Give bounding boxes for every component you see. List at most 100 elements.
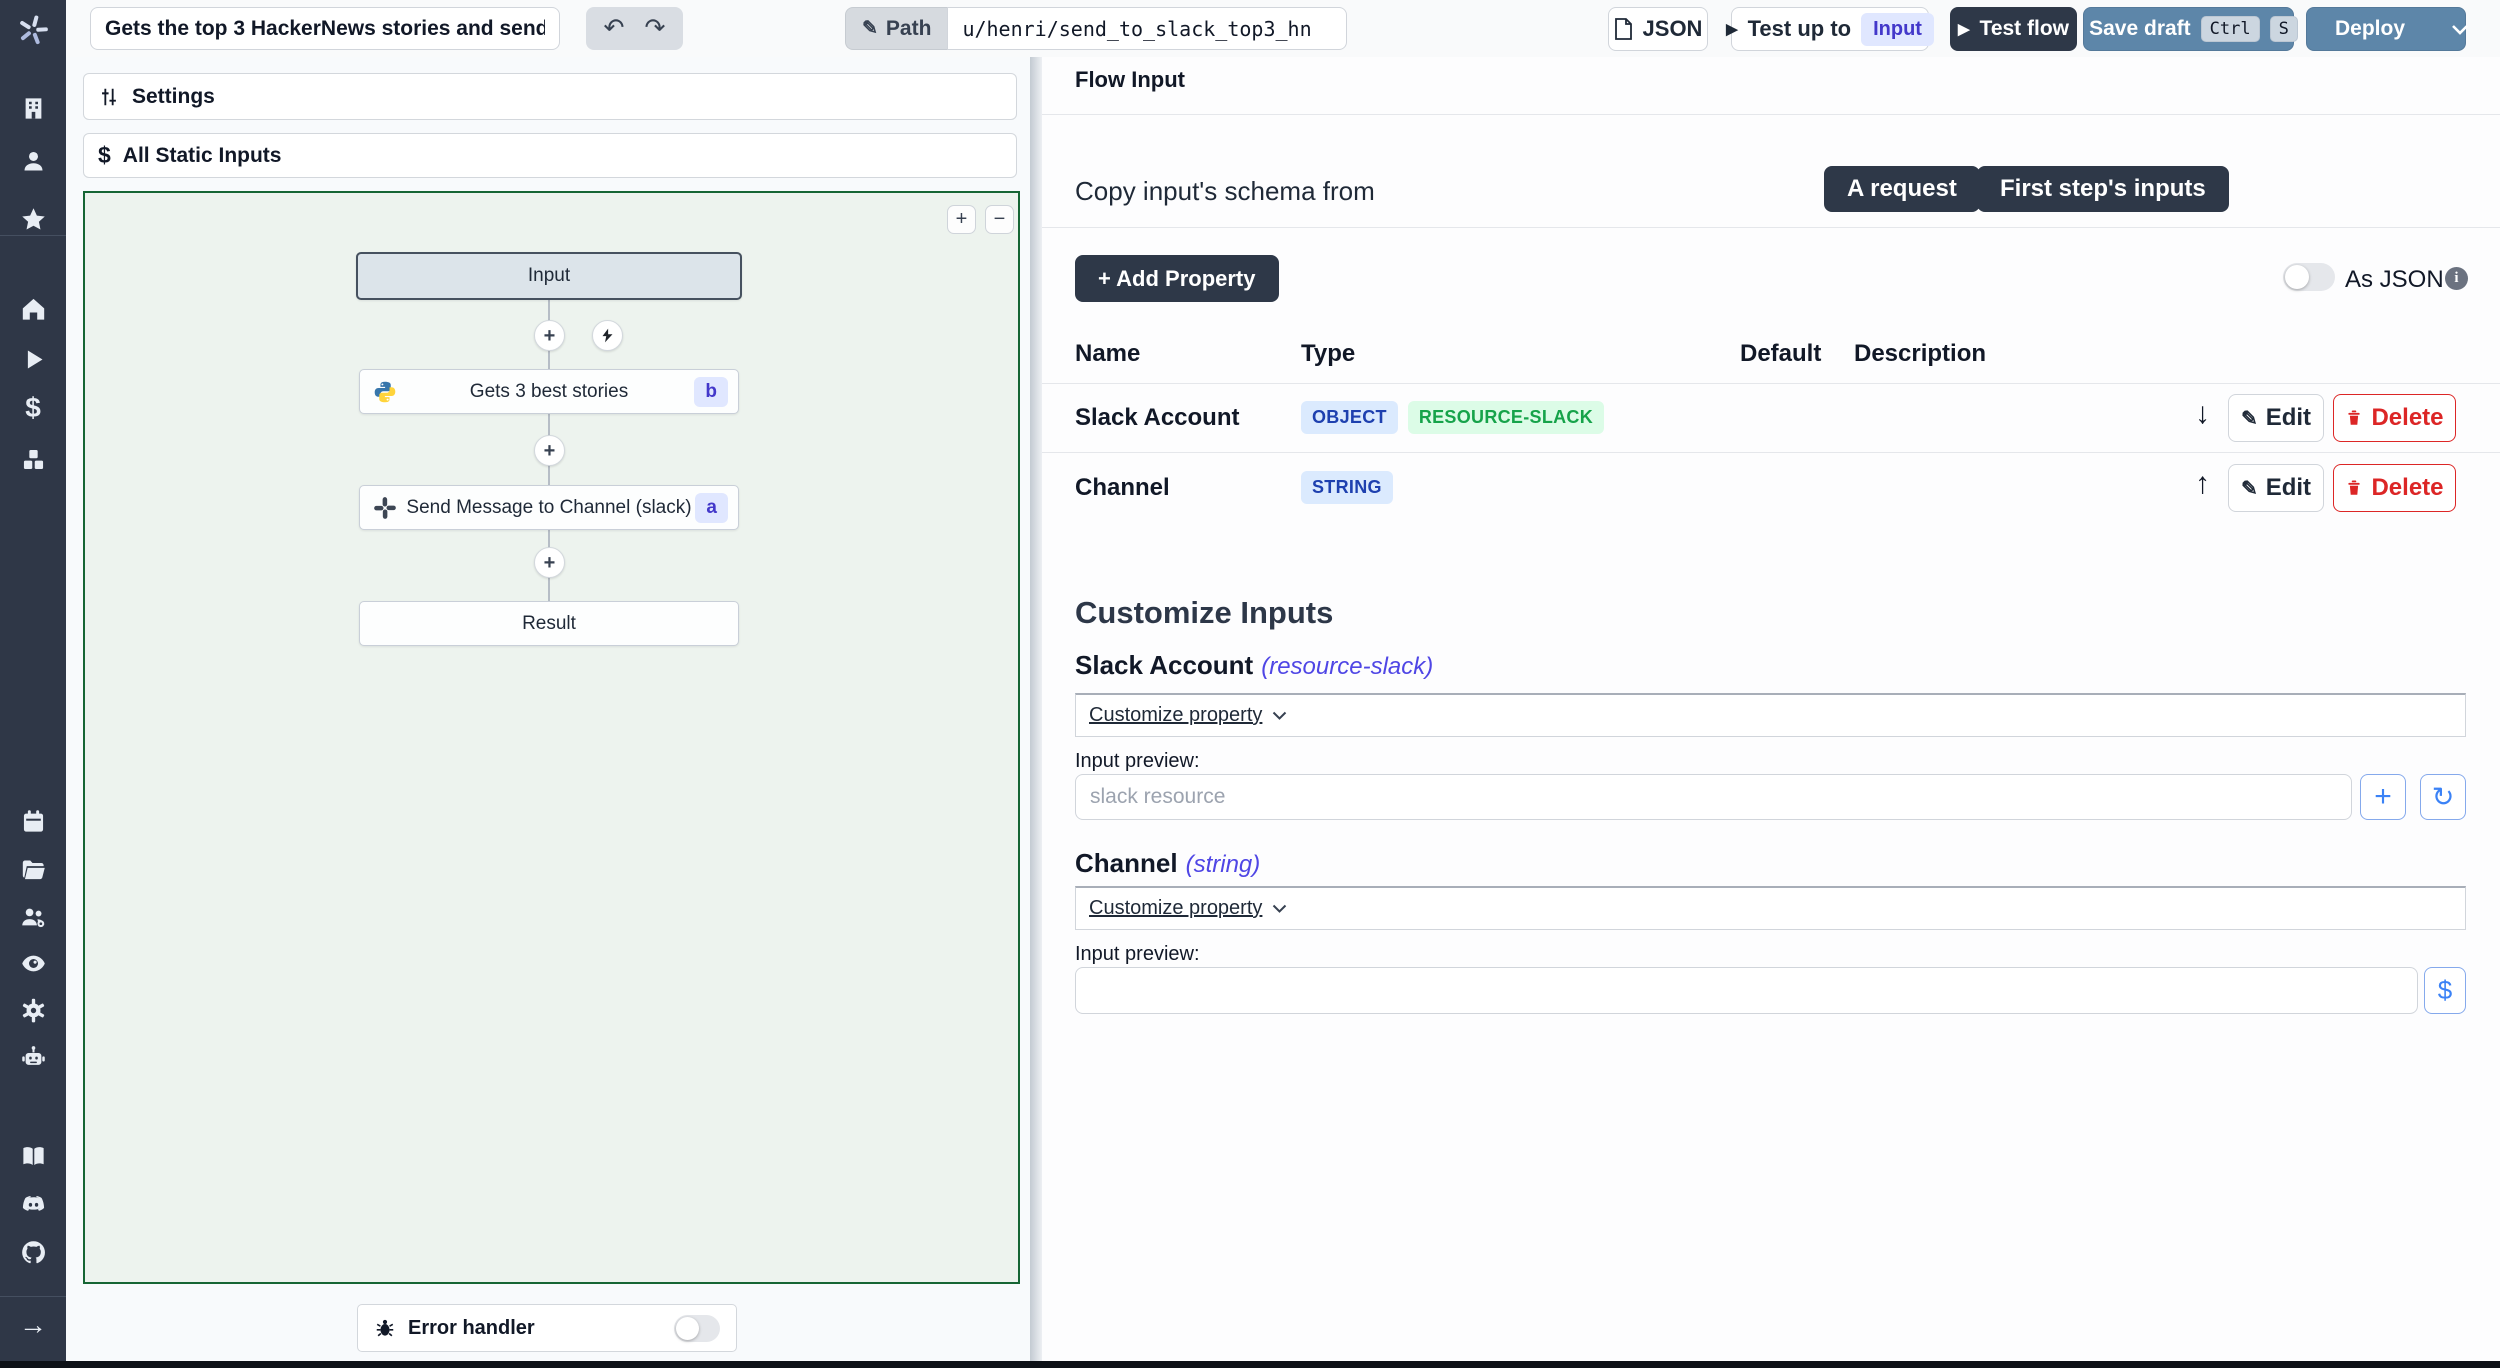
flow-node-step-a[interactable]: Send Message to Channel (slack) a — [359, 485, 739, 530]
property-name: Slack Account — [1075, 404, 1240, 431]
error-handler-bar[interactable]: Error handler — [357, 1304, 737, 1352]
trigger-bolt-button[interactable] — [592, 320, 623, 351]
section-type: (string) — [1185, 851, 1261, 878]
divider — [1042, 227, 2500, 228]
zoom-in-button[interactable]: + — [947, 205, 976, 234]
sidebar: $ → — [0, 0, 66, 1368]
docs-book-icon[interactable] — [13, 1136, 53, 1176]
type-badge: OBJECT — [1301, 401, 1398, 434]
add-property-button[interactable]: + Add Property — [1075, 255, 1279, 302]
kbd-s: S — [2269, 16, 2298, 42]
folders-icon[interactable] — [13, 849, 53, 889]
bolt-icon — [602, 328, 613, 343]
all-static-inputs-bar[interactable]: $ All Static Inputs — [83, 133, 1017, 178]
test-flow-button[interactable]: ▶ Test flow — [1950, 7, 2077, 51]
python-icon — [374, 381, 396, 402]
sliders-icon — [102, 88, 116, 105]
refresh-icon[interactable]: ↻ — [2420, 774, 2466, 820]
flow-title-input[interactable] — [90, 7, 560, 50]
flow-node-input[interactable]: Input — [356, 252, 742, 300]
add-resource-button[interactable]: + — [2360, 774, 2406, 820]
insert-step-button[interactable]: + — [534, 547, 565, 578]
section-type: (resource-slack) — [1261, 653, 1434, 680]
deploy-button[interactable]: Deploy — [2306, 7, 2469, 51]
column-header-name: Name — [1075, 340, 1141, 367]
input-preview-label: Input preview: — [1075, 943, 1200, 965]
delete-button[interactable]: Delete — [2333, 464, 2456, 512]
table-row: Channel STRING ↑ ✎ Edit Delete — [1042, 453, 2500, 523]
bug-icon — [376, 1319, 394, 1337]
discord-icon[interactable] — [13, 1184, 53, 1224]
ai-robot-icon[interactable] — [13, 1037, 53, 1077]
flow-input-panel: Flow Input Copy input's schema from A re… — [1042, 57, 2500, 1361]
path-label[interactable]: ✎ Path — [845, 7, 948, 50]
insert-step-button[interactable]: + — [534, 435, 565, 466]
json-button[interactable]: JSON — [1608, 7, 1708, 51]
divider — [1042, 114, 2500, 115]
chevron-down-icon[interactable] — [2451, 24, 2469, 35]
user-icon[interactable] — [13, 141, 53, 181]
insert-variable-button[interactable]: $ — [2424, 967, 2466, 1014]
flow-node-step-b[interactable]: Gets 3 best stories b — [359, 369, 739, 414]
table-row: Slack Account OBJECT RESOURCE-SLACK ↓ ✎ … — [1042, 383, 2500, 453]
property-name: Channel — [1075, 474, 1170, 501]
section-title: Channel (string) — [1075, 848, 1261, 878]
redo-icon[interactable]: ↷ — [645, 16, 666, 41]
collapse-arrow-icon[interactable]: → — [13, 1305, 53, 1345]
dollar-icon: $ — [98, 142, 111, 168]
flow-settings-bar[interactable]: Settings — [83, 73, 1017, 120]
path-input[interactable] — [947, 7, 1348, 50]
home-icon[interactable] — [13, 289, 53, 329]
trash-icon — [2348, 480, 2361, 495]
github-icon[interactable] — [13, 1232, 53, 1272]
delete-button[interactable]: Delete — [2333, 394, 2456, 442]
favorites-star-icon[interactable] — [13, 199, 53, 239]
move-down-icon[interactable]: ↓ — [2195, 397, 2210, 431]
workspace-building-icon[interactable] — [13, 88, 53, 128]
resource-type-badge: RESOURCE-SLACK — [1407, 401, 1605, 434]
customize-property-dropdown[interactable]: Customize property — [1075, 886, 2466, 930]
move-up-icon[interactable]: ↑ — [2195, 467, 2210, 501]
edit-button[interactable]: ✎ Edit — [2228, 464, 2324, 512]
flow-canvas[interactable]: + − Input + Gets 3 best stories b + Send… — [83, 191, 1020, 1284]
edit-button[interactable]: ✎ Edit — [2228, 394, 2324, 442]
info-icon[interactable]: i — [2445, 267, 2468, 290]
as-json-toggle[interactable] — [2283, 263, 2335, 291]
error-handler-toggle[interactable] — [674, 1314, 720, 1342]
column-header-type: Type — [1301, 340, 1356, 367]
type-badge: STRING — [1301, 471, 1393, 504]
schedules-calendar-icon[interactable] — [13, 801, 53, 841]
save-draft-button[interactable]: Save draft Ctrl S — [2083, 7, 2298, 51]
as-json-label: As JSON — [2345, 266, 2444, 293]
copy-from-request-button[interactable]: A request — [1824, 166, 1980, 212]
customize-property-dropdown[interactable]: Customize property — [1075, 693, 2466, 737]
pencil-icon: ✎ — [862, 18, 878, 39]
copy-from-first-step-button[interactable]: First step's inputs — [1977, 166, 2229, 212]
chevron-down-icon — [1273, 904, 1287, 913]
runs-play-icon[interactable] — [13, 339, 53, 379]
panel-splitter[interactable] — [1030, 57, 1042, 1361]
pencil-icon: ✎ — [2240, 407, 2258, 430]
column-header-description: Description — [1854, 340, 1987, 367]
undo-icon[interactable]: ↶ — [604, 16, 625, 41]
step-id-badge: a — [695, 492, 728, 523]
panel-title: Flow Input — [1075, 67, 1185, 92]
variables-dollar-icon[interactable]: $ — [13, 388, 53, 428]
resources-cubes-icon[interactable] — [13, 439, 53, 479]
test-up-to-target-badge[interactable]: Input — [1861, 12, 1934, 46]
flow-node-result[interactable]: Result — [359, 601, 739, 646]
settings-gear-icon[interactable] — [13, 990, 53, 1030]
slack-icon — [374, 496, 396, 519]
insert-step-button[interactable]: + — [534, 320, 565, 351]
audit-eye-icon[interactable] — [13, 943, 53, 983]
groups-users-icon[interactable] — [13, 897, 53, 937]
slack-resource-input[interactable] — [1075, 774, 2352, 820]
undo-redo-group: ↶ ↷ — [586, 7, 683, 50]
copy-schema-label: Copy input's schema from — [1075, 176, 1375, 206]
kbd-ctrl: Ctrl — [2200, 16, 2260, 42]
channel-input[interactable] — [1075, 967, 2418, 1014]
windmill-logo-icon[interactable] — [13, 10, 53, 50]
test-up-to-button[interactable]: ▶ Test up to Input — [1726, 7, 1934, 51]
zoom-out-button[interactable]: − — [985, 205, 1014, 234]
topbar: ↶ ↷ ✎ Path JSON ▶ Test up to Input ▶ Tes… — [66, 0, 2500, 57]
